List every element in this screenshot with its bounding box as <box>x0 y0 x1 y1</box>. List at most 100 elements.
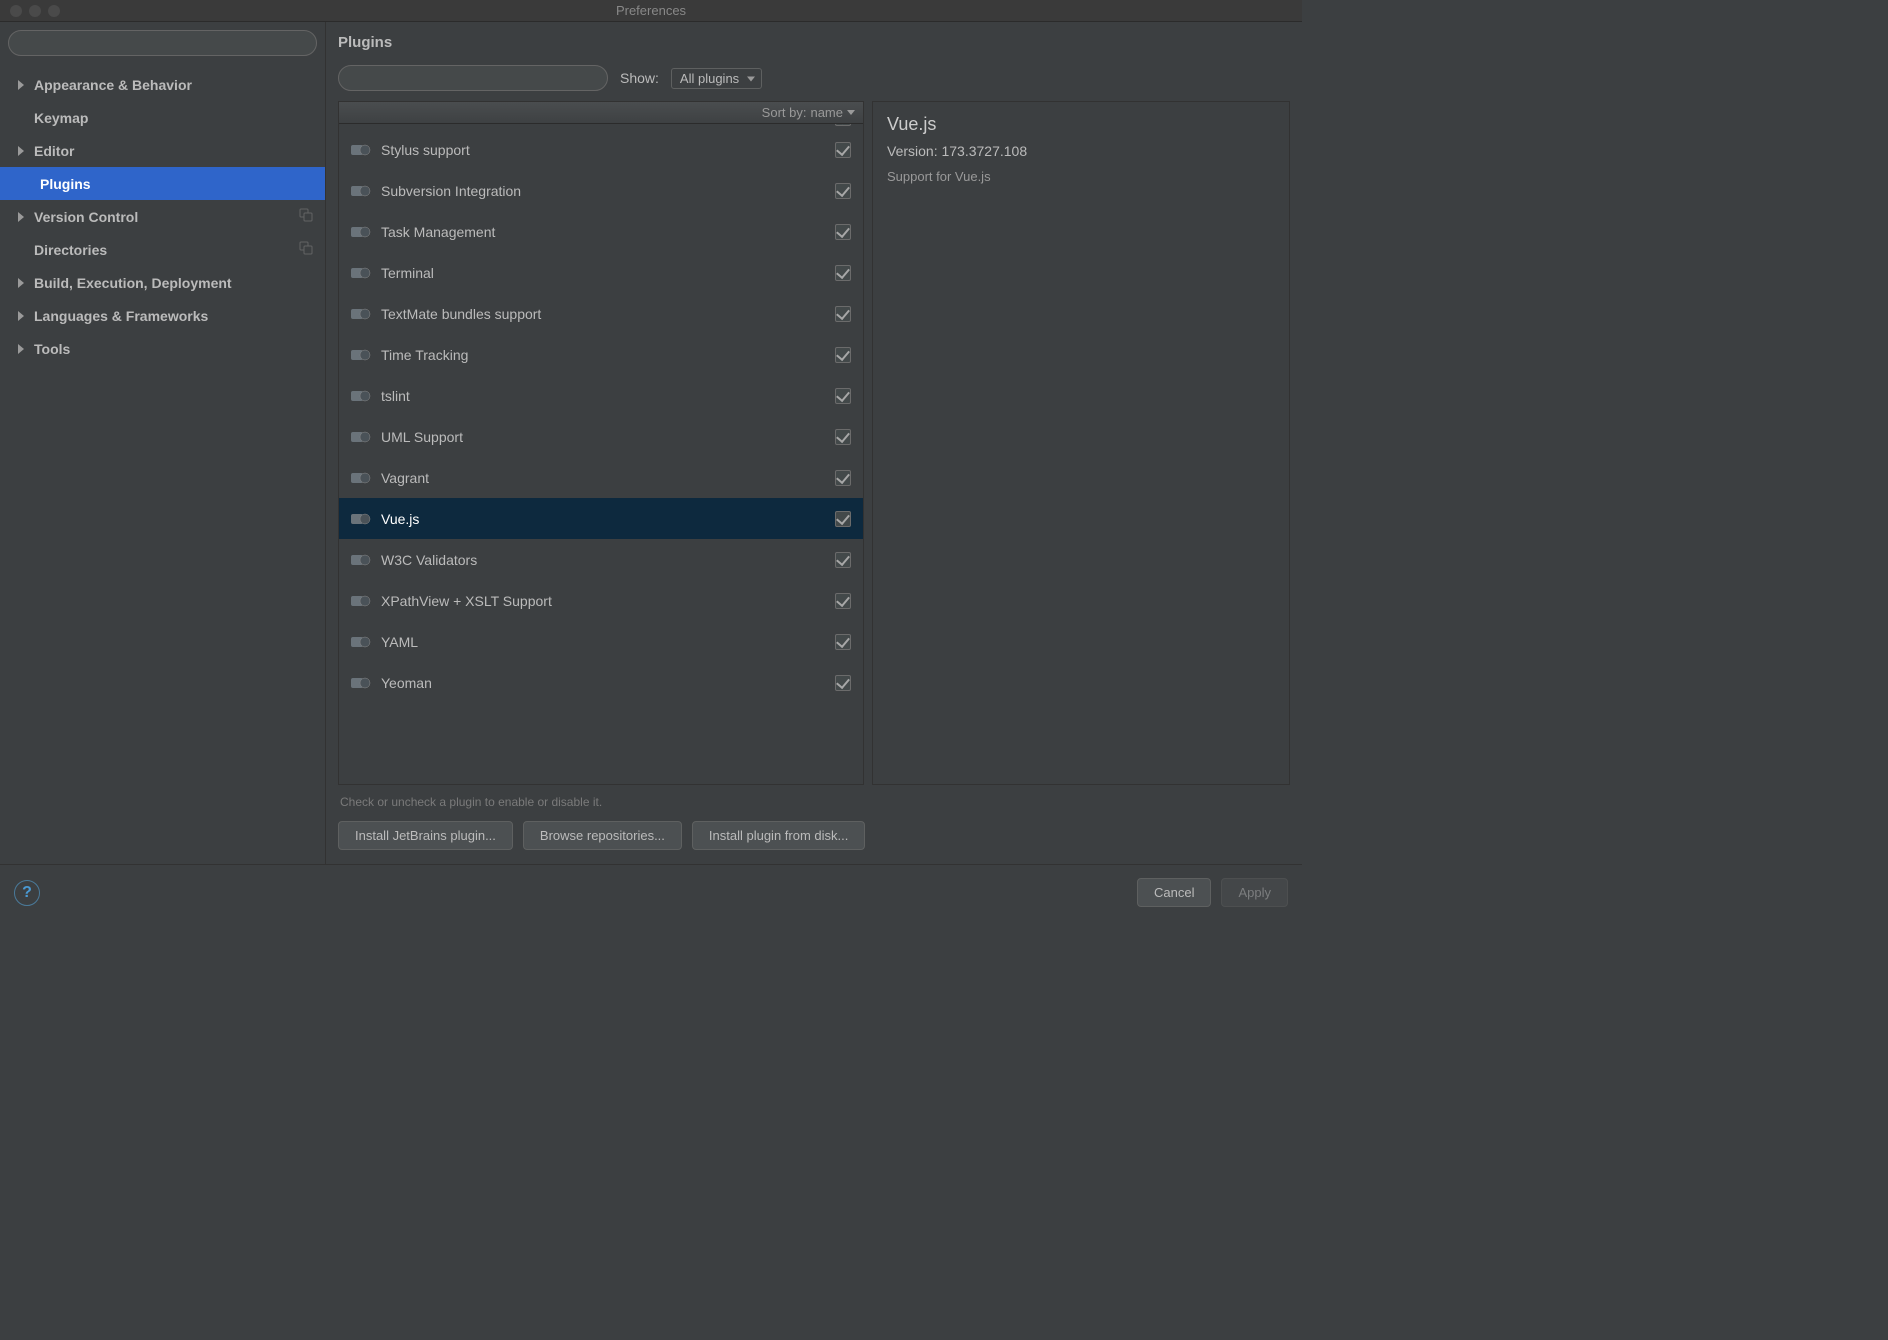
plugin-row[interactable]: Stylus support <box>339 129 863 170</box>
plugin-name: UML Support <box>381 429 835 445</box>
plugin-icon <box>351 675 371 691</box>
sidebar-item-tools[interactable]: Tools <box>0 332 325 365</box>
plugin-row[interactable]: tslint <box>339 375 863 416</box>
sidebar: Appearance & Behavior Keymap Editor Plugins… <box>0 22 326 864</box>
sidebar-item-label: Build, Execution, Deployment <box>34 275 325 291</box>
plugin-search-input[interactable] <box>338 65 608 91</box>
plugin-row[interactable]: Terminal <box>339 252 863 293</box>
plugin-name: Vagrant <box>381 470 835 486</box>
hint-text: Check or uncheck a plugin to enable or d… <box>326 785 1302 815</box>
plugin-icon <box>351 124 371 126</box>
plugin-row[interactable]: XPathView + XSLT Support <box>339 580 863 621</box>
titlebar: Preferences <box>0 0 1302 22</box>
plugin-row[interactable]: Vue.js <box>339 498 863 539</box>
plugin-name: tslint <box>381 388 835 404</box>
plugin-row[interactable]: W3C Validators <box>339 539 863 580</box>
sidebar-item-directories[interactable]: Directories <box>0 233 325 266</box>
scope-icon <box>299 208 313 225</box>
plugin-name: Task Management <box>381 224 835 240</box>
plugin-enable-checkbox[interactable] <box>835 511 851 527</box>
sidebar-item-build-execution-deployment[interactable]: Build, Execution, Deployment <box>0 266 325 299</box>
plugin-enable-checkbox[interactable] <box>835 552 851 568</box>
chevron-right-icon <box>18 146 24 156</box>
plugin-icon <box>351 511 371 527</box>
plugin-icon <box>351 634 371 650</box>
chevron-right-icon <box>18 212 24 222</box>
plugin-icon <box>351 552 371 568</box>
plugin-row[interactable]: YAML <box>339 621 863 662</box>
plugin-icon <box>351 183 371 199</box>
plugin-enable-checkbox[interactable] <box>835 183 851 199</box>
browse-repositories-button[interactable]: Browse repositories... <box>523 821 682 850</box>
show-label: Show: <box>620 70 659 86</box>
sidebar-search-input[interactable] <box>8 30 317 56</box>
plugin-icon <box>351 388 371 404</box>
plugin-list[interactable]: SSH Remote Run Stylus support Subversion I… <box>339 124 863 784</box>
sidebar-item-label: Version Control <box>34 209 299 225</box>
plugin-name: Vue.js <box>381 511 835 527</box>
show-filter-value: All plugins <box>680 71 739 86</box>
sort-prefix: Sort by: <box>762 105 807 120</box>
plugin-name: SSH Remote Run <box>381 124 835 126</box>
sidebar-item-plugins[interactable]: Plugins <box>0 167 325 200</box>
plugin-enable-checkbox[interactable] <box>835 347 851 363</box>
page-title: Plugins <box>326 22 1302 59</box>
plugin-enable-checkbox[interactable] <box>835 470 851 486</box>
plugin-detail-panel: Vue.js Version: 173.3727.108 Support for… <box>872 101 1290 785</box>
sort-value: name <box>810 105 843 120</box>
plugin-enable-checkbox[interactable] <box>835 265 851 281</box>
plugin-enable-checkbox[interactable] <box>835 388 851 404</box>
plugin-name: XPathView + XSLT Support <box>381 593 835 609</box>
plugin-enable-checkbox[interactable] <box>835 675 851 691</box>
detail-version: Version: 173.3727.108 <box>887 143 1275 159</box>
minimize-window-icon[interactable] <box>29 5 41 17</box>
plugin-row[interactable]: Subversion Integration <box>339 170 863 211</box>
plugin-icon <box>351 470 371 486</box>
plugin-icon <box>351 265 371 281</box>
plugin-enable-checkbox[interactable] <box>835 429 851 445</box>
show-filter-dropdown[interactable]: All plugins <box>671 68 762 89</box>
plugin-icon <box>351 429 371 445</box>
plugin-enable-checkbox[interactable] <box>835 142 851 158</box>
sidebar-item-keymap[interactable]: Keymap <box>0 101 325 134</box>
close-window-icon[interactable] <box>10 5 22 17</box>
zoom-window-icon[interactable] <box>48 5 60 17</box>
scope-icon <box>299 241 313 258</box>
sidebar-item-languages-frameworks[interactable]: Languages & Frameworks <box>0 299 325 332</box>
plugin-name: Stylus support <box>381 142 835 158</box>
sidebar-item-editor[interactable]: Editor <box>0 134 325 167</box>
plugin-enable-checkbox[interactable] <box>835 593 851 609</box>
detail-title: Vue.js <box>887 114 1275 135</box>
install-jetbrains-plugin-button[interactable]: Install JetBrains plugin... <box>338 821 513 850</box>
plugin-row[interactable]: Vagrant <box>339 457 863 498</box>
plugin-row[interactable]: Time Tracking <box>339 334 863 375</box>
sidebar-item-label: Plugins <box>40 176 325 192</box>
sidebar-item-appearance-behavior[interactable]: Appearance & Behavior <box>0 68 325 101</box>
sidebar-item-label: Languages & Frameworks <box>34 308 325 324</box>
plugin-name: Terminal <box>381 265 835 281</box>
apply-button[interactable]: Apply <box>1221 878 1288 907</box>
sidebar-item-version-control[interactable]: Version Control <box>0 200 325 233</box>
plugin-name: W3C Validators <box>381 552 835 568</box>
plugin-enable-checkbox[interactable] <box>835 306 851 322</box>
plugin-enable-checkbox[interactable] <box>835 224 851 240</box>
plugin-row[interactable]: TextMate bundles support <box>339 293 863 334</box>
plugin-row[interactable]: Task Management <box>339 211 863 252</box>
help-icon[interactable]: ? <box>14 880 40 906</box>
plugin-row[interactable]: Yeoman <box>339 662 863 703</box>
install-plugin-from-disk-button[interactable]: Install plugin from disk... <box>692 821 865 850</box>
sidebar-item-label: Directories <box>34 242 299 258</box>
plugin-icon <box>351 224 371 240</box>
cancel-button[interactable]: Cancel <box>1137 878 1211 907</box>
sort-bar[interactable]: Sort by: name <box>339 102 863 124</box>
sidebar-item-label: Appearance & Behavior <box>34 77 325 93</box>
plugin-row[interactable]: UML Support <box>339 416 863 457</box>
plugin-name: Subversion Integration <box>381 183 835 199</box>
settings-tree: Appearance & Behavior Keymap Editor Plugins… <box>0 64 325 864</box>
plugin-enable-checkbox[interactable] <box>835 124 851 126</box>
plugin-name: TextMate bundles support <box>381 306 835 322</box>
chevron-right-icon <box>18 311 24 321</box>
plugin-enable-checkbox[interactable] <box>835 634 851 650</box>
sidebar-item-label: Editor <box>34 143 325 159</box>
plugin-name: YAML <box>381 634 835 650</box>
